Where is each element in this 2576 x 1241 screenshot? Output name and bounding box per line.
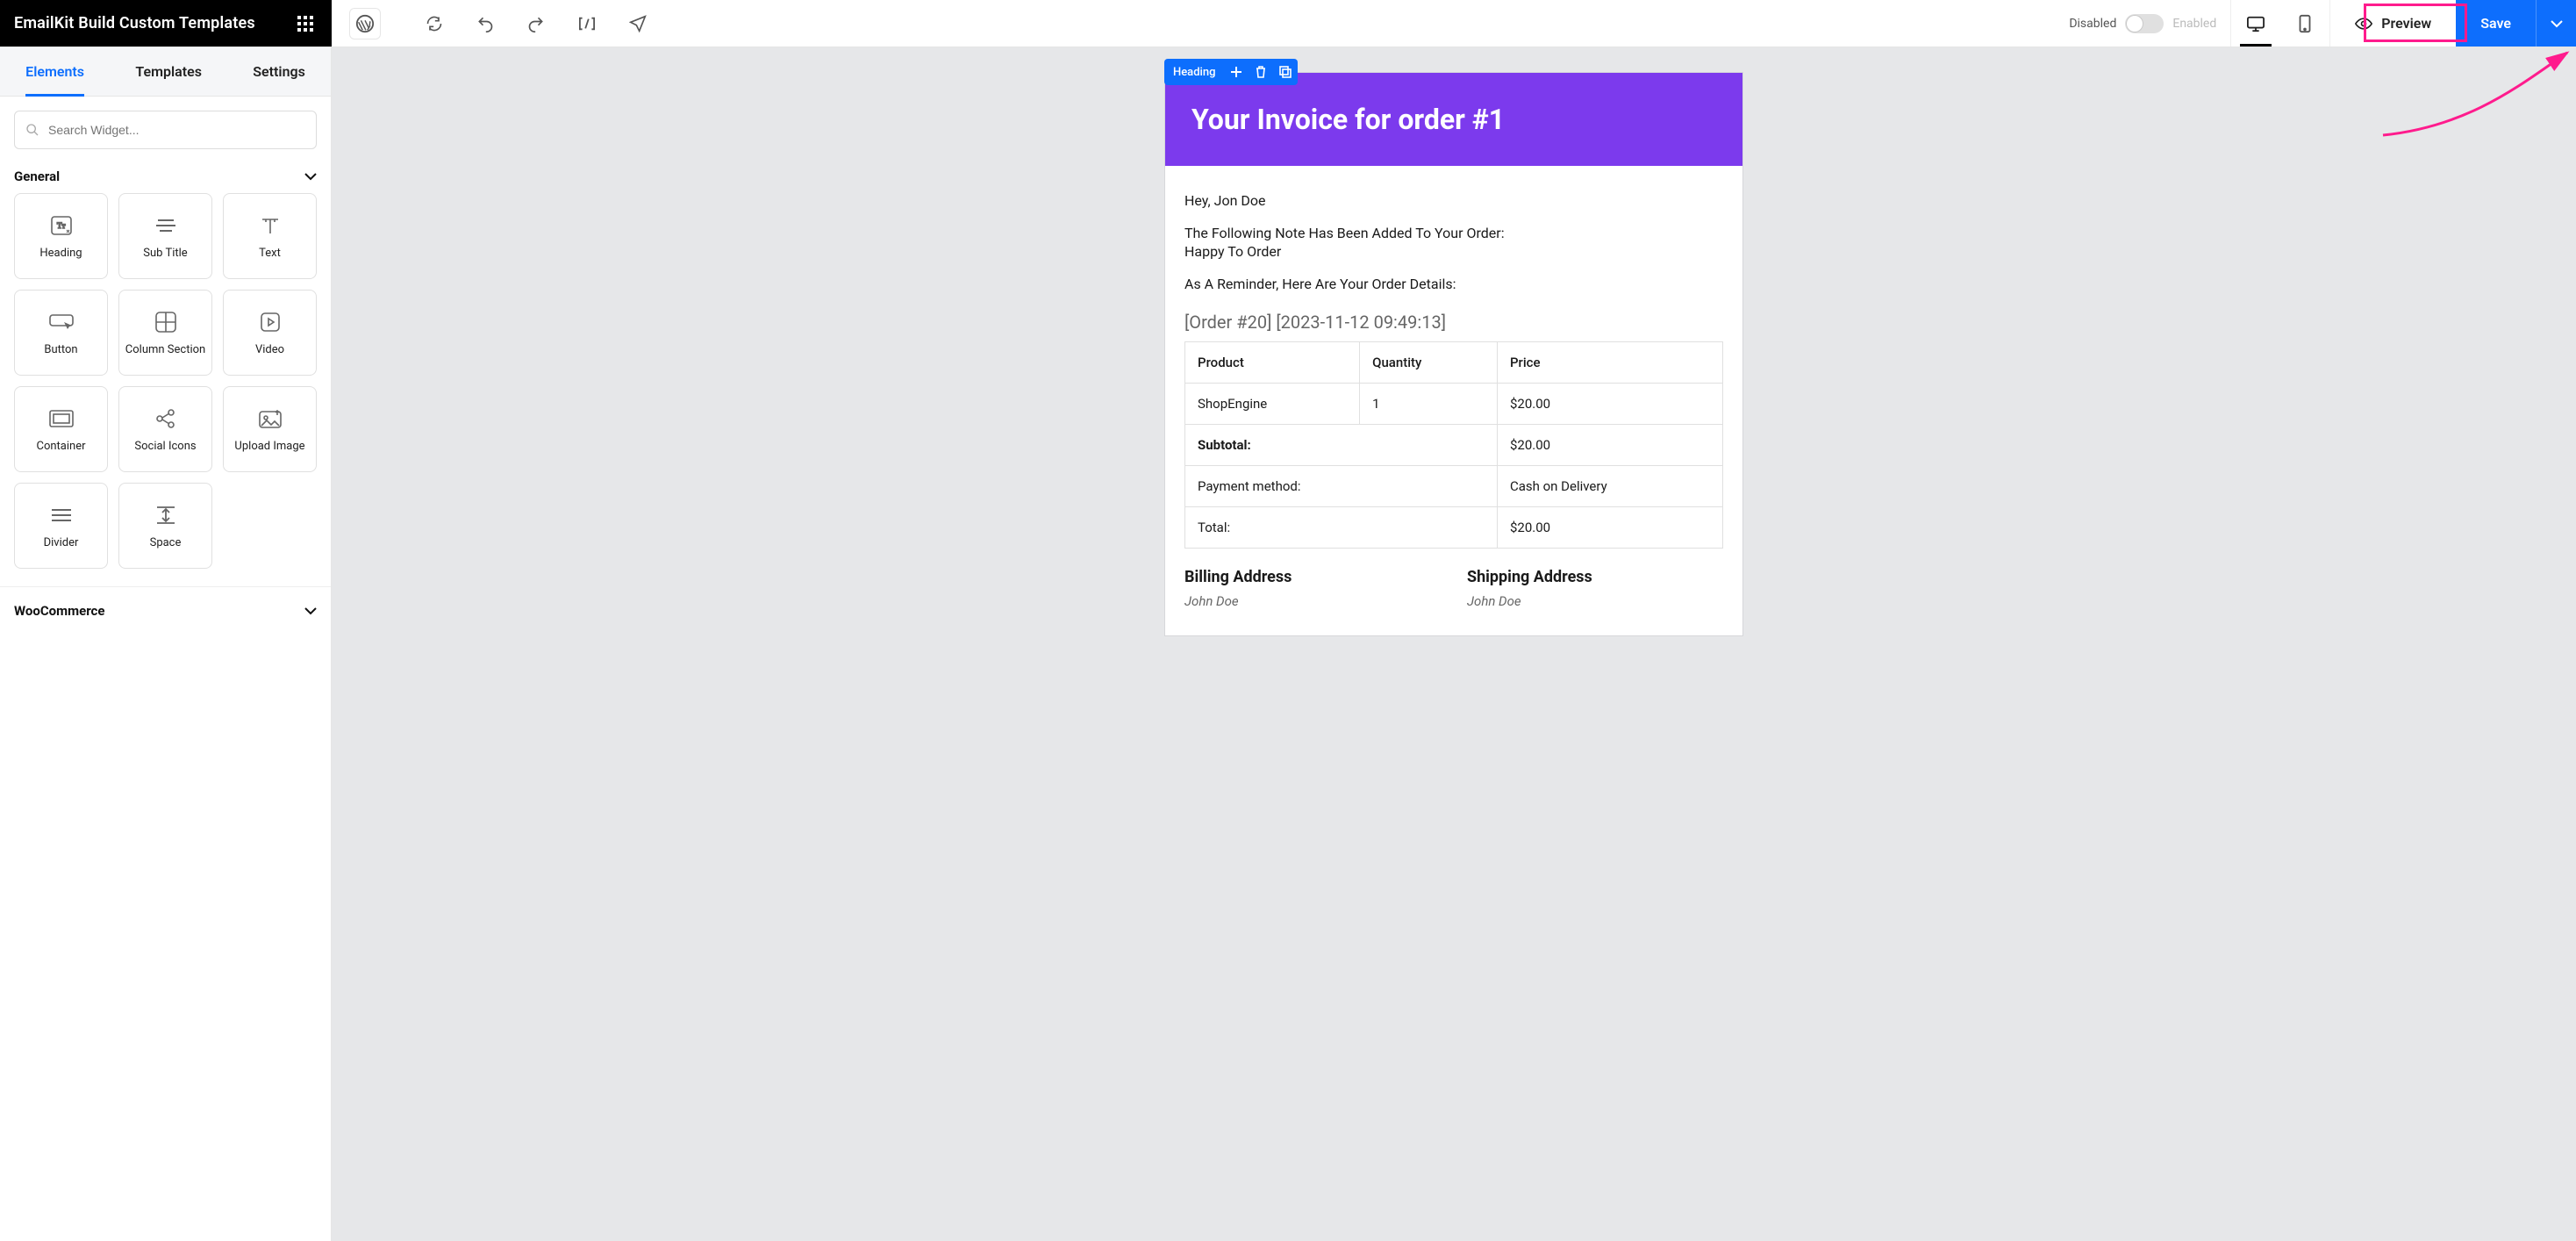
chevron-down-icon: [304, 172, 317, 181]
section-woocommerce-header[interactable]: WooCommerce: [0, 586, 331, 628]
widget-space[interactable]: Space: [118, 483, 212, 569]
widget-grid-general: TᴛHeading Sub Title Text Button Column S…: [0, 193, 331, 583]
save-dropdown-icon[interactable]: [2536, 0, 2576, 47]
device-switcher: [2230, 0, 2329, 47]
widget-heading[interactable]: TᴛHeading: [14, 193, 108, 279]
sidebar-tabs: Elements Templates Settings: [0, 47, 331, 97]
order-meta: [Order #20] [2023-11-12 09:49:13]: [1184, 312, 1723, 333]
search-input-wrap[interactable]: [14, 111, 317, 149]
text-icon: [256, 212, 284, 240]
duplicate-icon[interactable]: [1273, 59, 1298, 85]
shortcode-icon[interactable]: [577, 14, 597, 33]
widget-text[interactable]: Text: [223, 193, 317, 279]
widget-social-icons[interactable]: Social Icons: [118, 386, 212, 472]
billing-address: Billing Address John Doe: [1184, 568, 1441, 609]
chevron-down-icon: [304, 606, 317, 615]
heading-icon: Tᴛ: [47, 212, 75, 240]
section-general-header[interactable]: General: [0, 163, 331, 193]
subtitle-icon: [152, 212, 180, 240]
selection-label: Heading: [1164, 66, 1224, 79]
th-product: Product: [1185, 342, 1360, 384]
shipping-address: Shipping Address John Doe: [1467, 568, 1723, 609]
tab-settings[interactable]: Settings: [249, 47, 309, 96]
th-price: Price: [1497, 342, 1722, 384]
widget-container[interactable]: Container: [14, 386, 108, 472]
table-row-total: Total: $20.00: [1185, 507, 1723, 549]
sidebar: Elements Templates Settings General TᴛHe…: [0, 47, 332, 1241]
divider-icon: [47, 501, 75, 529]
enabled-label: Enabled: [2172, 17, 2216, 31]
canvas-area[interactable]: Heading Your Invoice for order #1 Hey, J…: [332, 47, 2576, 1241]
toggle-switch[interactable]: [2125, 14, 2164, 33]
search-input[interactable]: [48, 123, 305, 137]
refresh-icon[interactable]: [425, 14, 444, 33]
video-icon: [256, 308, 284, 336]
apps-grid-icon[interactable]: [293, 11, 318, 36]
widget-subtitle[interactable]: Sub Title: [118, 193, 212, 279]
upload-image-icon: [256, 405, 284, 433]
send-icon[interactable]: [628, 14, 648, 33]
responsive-toggle: Disabled Enabled: [2055, 0, 2230, 47]
disabled-label: Disabled: [2069, 17, 2116, 31]
desktop-device-icon[interactable]: [2231, 0, 2280, 47]
widget-upload-image[interactable]: Upload Image: [223, 386, 317, 472]
widget-column-section[interactable]: Column Section: [118, 290, 212, 376]
topbar-right: Disabled Enabled Preview Save: [2055, 0, 2576, 47]
topbar: EmailKit Build Custom Templates Disabled…: [0, 0, 2576, 47]
reminder-text: As A Reminder, Here Are Your Order Detai…: [1184, 276, 1723, 292]
email-body: Hey, Jon Doe The Following Note Has Been…: [1165, 166, 1742, 635]
tab-elements[interactable]: Elements: [22, 47, 88, 96]
column-section-icon: [152, 308, 180, 336]
table-row-payment: Payment method: Cash on Delivery: [1185, 466, 1723, 507]
button-icon: [47, 308, 75, 336]
preview-label: Preview: [2381, 15, 2431, 32]
address-row: Billing Address John Doe Shipping Addres…: [1184, 568, 1723, 609]
trash-icon[interactable]: [1249, 59, 1273, 85]
toolbar: [332, 0, 2055, 47]
social-icons-icon: [152, 405, 180, 433]
tab-templates[interactable]: Templates: [132, 47, 205, 96]
brand-bar: EmailKit Build Custom Templates: [0, 0, 332, 47]
save-group: Save: [2456, 0, 2576, 47]
body: Elements Templates Settings General TᴛHe…: [0, 47, 2576, 1241]
toolbar-icons: [425, 14, 648, 33]
add-icon[interactable]: [1224, 59, 1249, 85]
eye-icon: [2355, 17, 2372, 31]
selection-toolbar: Heading: [1164, 59, 1298, 85]
preview-button[interactable]: Preview: [2329, 0, 2456, 47]
greeting-text: Hey, Jon Doe: [1184, 192, 1723, 209]
app-title: EmailKit Build Custom Templates: [14, 14, 255, 32]
redo-icon[interactable]: [526, 14, 546, 33]
save-button[interactable]: Save: [2456, 0, 2536, 47]
mobile-device-icon[interactable]: [2280, 0, 2329, 47]
table-row: ShopEngine 1 $20.00: [1185, 384, 1723, 425]
search-icon: [25, 123, 39, 137]
undo-icon[interactable]: [476, 14, 495, 33]
email-canvas[interactable]: Heading Your Invoice for order #1 Hey, J…: [1164, 72, 1743, 636]
annotation-arrow: [2348, 47, 2576, 144]
container-icon: [47, 405, 75, 433]
hero-title: Your Invoice for order #1: [1191, 103, 1716, 136]
widget-button[interactable]: Button: [14, 290, 108, 376]
widget-video[interactable]: Video: [223, 290, 317, 376]
widget-divider[interactable]: Divider: [14, 483, 108, 569]
th-quantity: Quantity: [1360, 342, 1498, 384]
table-row-subtotal: Subtotal: $20.00: [1185, 425, 1723, 466]
note-text: Happy To Order: [1184, 243, 1723, 260]
note-intro: The Following Note Has Been Added To You…: [1184, 225, 1723, 241]
order-table: Product Quantity Price ShopEngine 1 $20.…: [1184, 341, 1723, 549]
wordpress-icon[interactable]: [349, 8, 381, 39]
svg-text:Tᴛ: Tᴛ: [57, 221, 65, 230]
space-icon: [152, 501, 180, 529]
hero-heading[interactable]: Your Invoice for order #1: [1165, 73, 1742, 166]
